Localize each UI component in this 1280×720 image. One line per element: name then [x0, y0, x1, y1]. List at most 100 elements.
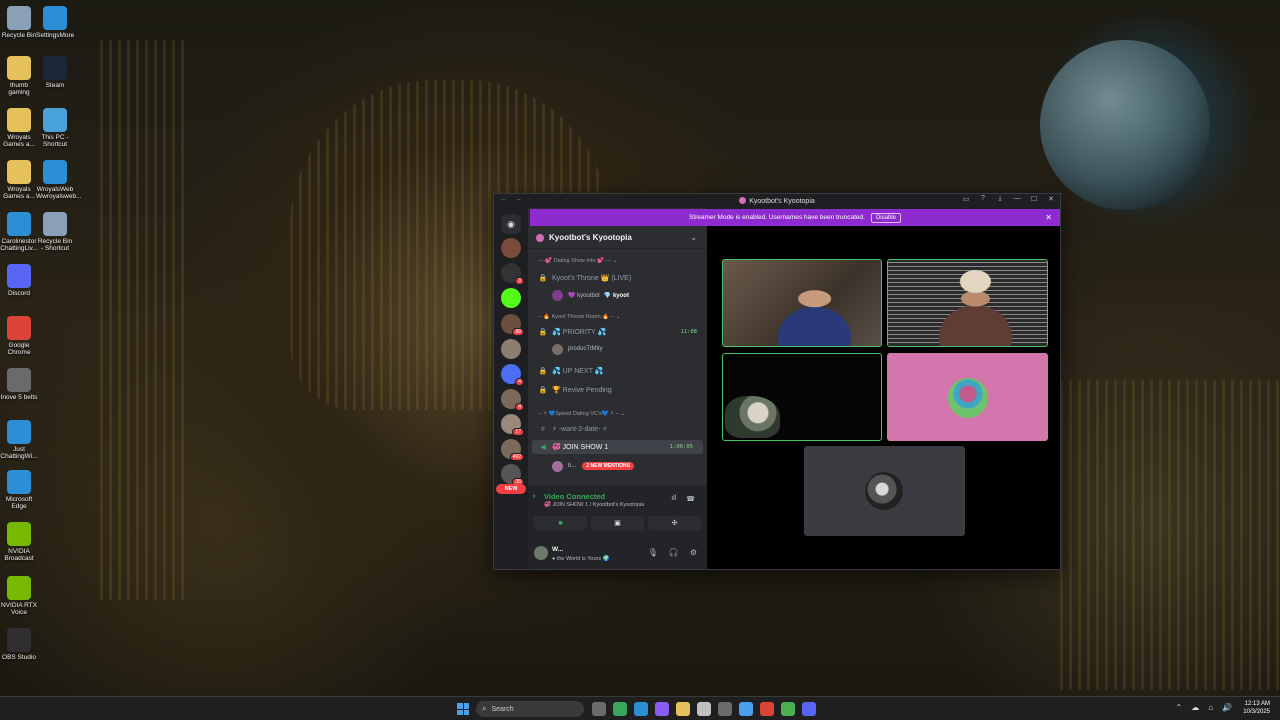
voice-user-b[interactable]: b... 2 NEW MENTIONS: [528, 459, 707, 473]
desktop-shortcut[interactable]: NVIDIA Broadcast: [0, 522, 38, 562]
window-titlebar[interactable]: ← → Kyootbot's Kyootopia ▭? ⤓ — ☐ ✕: [494, 194, 1060, 208]
chevron-down-icon[interactable]: ⌄: [690, 233, 697, 242]
pinned-app-icon[interactable]: [739, 702, 753, 716]
channel-want-2-date[interactable]: # ⚡ -want-2-date- ⚡: [528, 422, 707, 436]
desktop-shortcut[interactable]: Google Chrome: [0, 316, 38, 356]
pinned-app-icon[interactable]: [613, 702, 627, 716]
new-mentions-pill[interactable]: 2 NEW MENTIONS: [582, 462, 634, 470]
chevron-up-icon[interactable]: ⌃: [1175, 703, 1182, 712]
volume-icon[interactable]: 🔊: [1222, 703, 1232, 712]
desktop-shortcut[interactable]: Wroyals Games a...: [0, 108, 38, 148]
guild-header[interactable]: Kyootbot's Kyootopia ⌄: [528, 227, 707, 249]
server-icon[interactable]: 88: [501, 314, 524, 336]
desktop-shortcut[interactable]: Microsoft Edge: [0, 470, 38, 510]
help-icon[interactable]: ?: [978, 195, 988, 203]
server-icon[interactable]: 4: [501, 364, 524, 386]
desktop-shortcut[interactable]: Carolinestor ChattingLiv...: [0, 212, 38, 252]
pinned-app-icon[interactable]: [760, 702, 774, 716]
desktop-shortcut[interactable]: Inove 5 belts: [0, 368, 38, 401]
server-icon[interactable]: 492: [501, 439, 524, 461]
video-tile-participant-3[interactable]: [722, 353, 882, 441]
signal-icon[interactable]: ◖: [532, 493, 536, 500]
pinned-app-icon[interactable]: [697, 702, 711, 716]
gear-icon[interactable]: ⚙: [690, 548, 697, 557]
channel-kyoots-throne[interactable]: 🔒 Kyoot's Throne 👑 (LIVE): [528, 271, 707, 285]
video-tile-participant-2[interactable]: [887, 259, 1048, 347]
server-icon[interactable]: 3: [501, 263, 524, 285]
desktop-shortcut[interactable]: SettingsMore: [36, 6, 74, 39]
channel-sidebar: Kyootbot's Kyootopia ⌄ ----💕 Dating Show…: [528, 208, 707, 569]
category-dating-show-info[interactable]: ----💕 Dating Show Info 💕---- ⌄: [528, 254, 707, 268]
category-throne-room[interactable]: -- 🔥 Kyoot Throne Room 🔥 -- ⌄: [528, 310, 707, 324]
disconnect-icon[interactable]: ☎: [686, 495, 695, 503]
desktop-shortcut[interactable]: thumb gaming: [0, 56, 38, 96]
discord-home-icon[interactable]: ◉: [501, 214, 521, 234]
edge-icon: [7, 470, 31, 494]
desktop-shortcut[interactable]: This PC - Shortcut: [36, 108, 74, 148]
windows-start-icon[interactable]: [457, 703, 469, 715]
window-controls[interactable]: ▭? ⤓ — ☐ ✕: [961, 195, 1056, 203]
pinned-app-icon[interactable]: [676, 702, 690, 716]
activities-button[interactable]: ✣: [648, 516, 701, 530]
server-icon[interactable]: 35: [501, 464, 524, 486]
search-box[interactable]: ⌕ Search: [476, 701, 584, 717]
voice-user-productimity[interactable]: producTIMity: [528, 342, 707, 356]
server-icon[interactable]: 17: [501, 414, 524, 436]
desktop-shortcut[interactable]: Discord: [0, 264, 38, 297]
network-icon[interactable]: ⌂: [1208, 703, 1213, 712]
headphones-icon[interactable]: 🎧: [669, 548, 679, 557]
obs-icon: [7, 628, 31, 652]
desktop-shortcut[interactable]: NVIDIA RTX Voice: [0, 576, 38, 616]
discord-window[interactable]: ← → Kyootbot's Kyootopia ▭? ⤓ — ☐ ✕ ◉ 3 88 4 4 1…: [493, 193, 1061, 570]
channel-priority[interactable]: 🔒 💦 PRIORITY 💦 11:08: [528, 325, 707, 339]
server-icon[interactable]: 4: [501, 389, 524, 411]
noise-suppression-icon[interactable]: ıll: [671, 495, 676, 503]
server-icon[interactable]: [501, 339, 521, 359]
channel-revive-pending[interactable]: 🔒 🏆 Revive Pending: [528, 383, 707, 397]
desktop-shortcut[interactable]: Steam: [36, 56, 74, 89]
minimize-icon[interactable]: —: [1012, 195, 1022, 203]
new-unreads-pill[interactable]: NEW: [496, 484, 526, 494]
category-label: ----💕 Dating Show Info 💕---- ⌄: [538, 258, 618, 264]
channel-join-show-1[interactable]: ◀ 💞 JOIN SHOW 1 1:00:05: [532, 440, 703, 454]
desktop-shortcut[interactable]: OBS Studio: [0, 628, 38, 661]
recycle-bin-icon: [43, 212, 67, 236]
video-tile-participant-1[interactable]: [722, 259, 882, 347]
windows-taskbar: ⌕ Search ⌃ ☁ ⌂ 🔊 12:13 AM 10/3/2025: [0, 696, 1280, 720]
close-icon[interactable]: ✕: [1046, 195, 1056, 203]
pinned-app-icon[interactable]: [781, 702, 795, 716]
pinned-app-icon[interactable]: [634, 702, 648, 716]
hashtag-icon: #: [541, 425, 545, 433]
clock[interactable]: 12:13 AM 10/3/2025: [1243, 700, 1270, 716]
cloud-icon[interactable]: ☁: [1191, 703, 1199, 712]
voice-user-kyootbot[interactable]: 💜 kyootbot 💎 kyoot: [528, 288, 707, 302]
server-icon[interactable]: [501, 238, 521, 258]
user-controls: 🎙 🎧 ⚙: [648, 548, 697, 557]
channel-up-next[interactable]: 🔒 💦 UP NEXT 💦: [528, 364, 707, 378]
desktop-shortcut[interactable]: WroyalsWeb Wwroyalsweb...: [36, 160, 82, 200]
pinned-app-icon[interactable]: [655, 702, 669, 716]
camera-button[interactable]: ■: [534, 516, 587, 530]
microphone-icon[interactable]: 🎙: [648, 548, 658, 557]
voice-status-title[interactable]: Video Connected: [544, 492, 605, 501]
maximize-icon[interactable]: ☐: [1029, 195, 1039, 203]
desktop-shortcut[interactable]: Recycle Bin: [0, 6, 38, 39]
pinned-app-icon[interactable]: [592, 702, 606, 716]
video-tile-participant-5[interactable]: [804, 446, 965, 536]
desktop-shortcut[interactable]: Wroyals Games a...: [0, 160, 38, 200]
pinned-app-icon[interactable]: [718, 702, 732, 716]
close-icon[interactable]: ✕: [1045, 213, 1052, 222]
desktop-shortcut[interactable]: Recycle Bin - Shortcut: [36, 212, 74, 252]
voice-status-channel[interactable]: 💞 JOIN SHOW 1 / Kyootbot's Kyootopia: [544, 502, 644, 508]
download-icon[interactable]: ⤓: [995, 195, 1005, 203]
avatar[interactable]: [534, 546, 548, 560]
server-icon[interactable]: [501, 288, 521, 308]
inbox-icon[interactable]: ▭: [961, 195, 971, 203]
video-tile-participant-4[interactable]: [887, 353, 1048, 441]
category-speed-dating[interactable]: -- ⚡ 💙Speed Dating VC's💙 ⚡ -- ⌄: [528, 407, 707, 421]
screen-share-button[interactable]: ▣: [591, 516, 644, 530]
pinned-app-icon[interactable]: [802, 702, 816, 716]
desktop-shortcut[interactable]: Just ChattingWi...: [0, 420, 38, 460]
user-name[interactable]: W...: [552, 546, 563, 553]
disable-streamer-mode-button[interactable]: Disable: [870, 212, 901, 223]
